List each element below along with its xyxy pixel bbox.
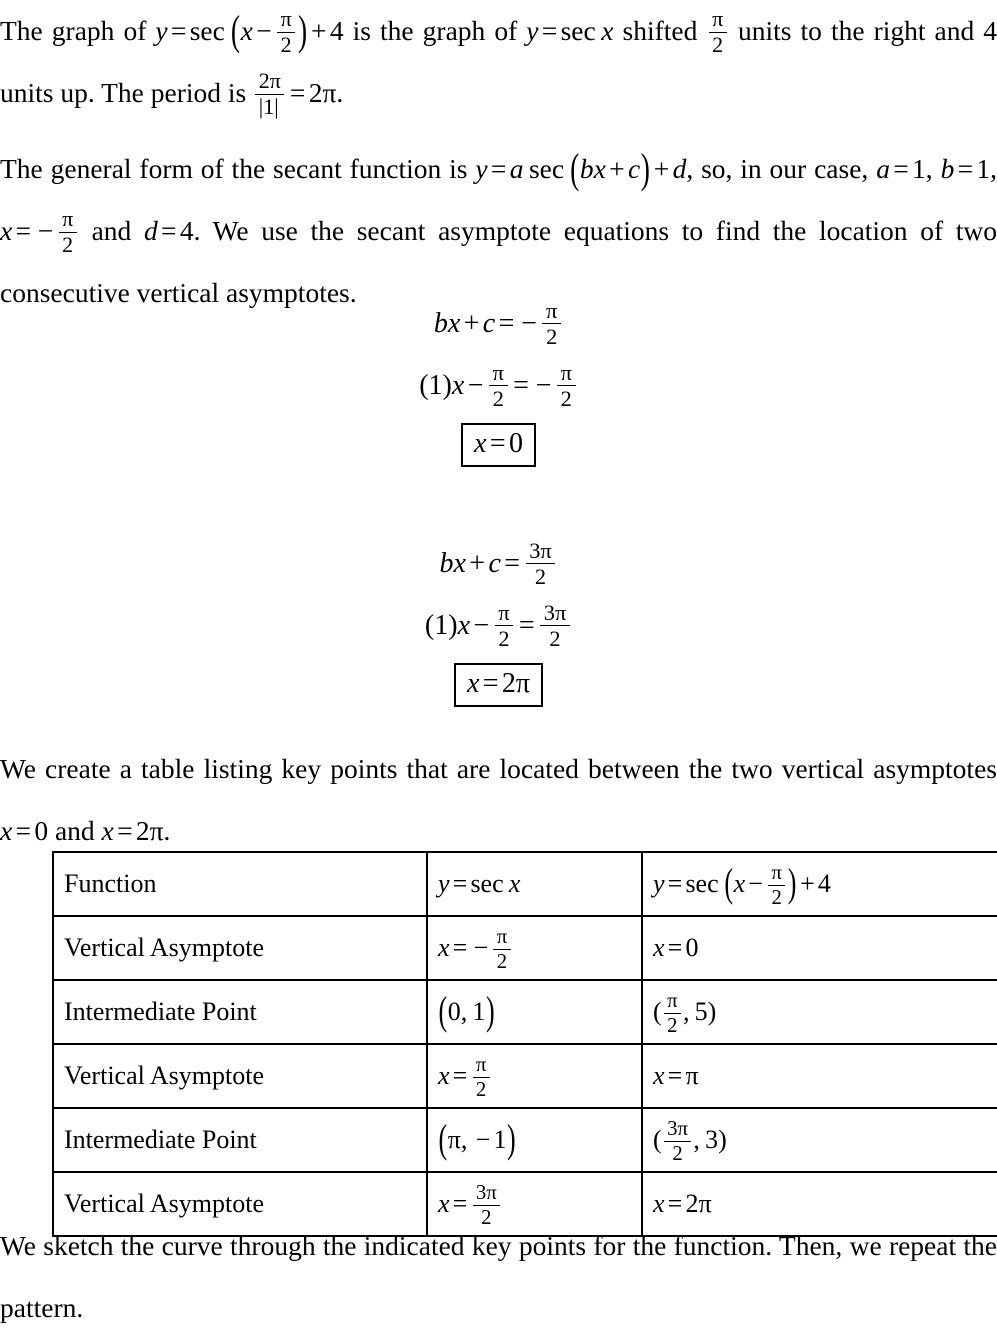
p2-equation-2: a = 1, xyxy=(876,153,933,184)
table-cell-label: Function xyxy=(52,851,428,917)
cell-transformed-function: y = sec (x − π 2) +4 xyxy=(653,860,831,909)
cell-base-va-3: x = 3π 2 xyxy=(438,1182,502,1228)
cell-transformed-ip-1: (π 2, 5) xyxy=(653,988,717,1037)
closing-paragraph: We sketch the curve through the indicate… xyxy=(0,1215,997,1339)
eq1-boxed-result: x = 0 xyxy=(461,423,536,468)
intro-paragraph: The graph of y = sec (x − π 2) +4 is the graph… xyxy=(0,0,997,124)
p3-equation-1: x = 0 xyxy=(0,815,49,846)
p2-equation-1: y = a sec (bx + c) + d, xyxy=(475,143,694,192)
row-label-intermediate-point-2: Intermediate Point xyxy=(64,1125,257,1154)
row-label-vertical-asymptote-2: Vertical Asymptote xyxy=(64,1061,265,1090)
table-cell-transformed: (π 2, 5) xyxy=(641,979,997,1045)
table-row: Vertical Asymptote x = π 2 x = π xyxy=(52,1043,997,1109)
p3-text-1: We create a table listing key points tha… xyxy=(0,753,997,784)
table-cell-transformed: y = sec (x − π 2) +4 xyxy=(641,851,997,917)
p4-text-1: We sketch the curve through the indicate… xyxy=(0,1230,773,1261)
eq2-line2: (1)x − π 2 = 3π 2 xyxy=(0,600,997,650)
general-form-paragraph: The general form of the secant function … xyxy=(0,138,997,324)
row-label-vertical-asymptote-1: Vertical Asymptote xyxy=(64,933,265,962)
p1-equation-3: π2 xyxy=(706,7,729,56)
p1-equation-2: y = sec x xyxy=(526,15,614,46)
table-row: Vertical Asymptote x = − π 2 x = 0 xyxy=(52,915,997,981)
p1-text-4a: units xyxy=(737,15,792,46)
cell-base-function: y = sec x xyxy=(438,869,521,898)
cell-base-ip-1: (0, 1) xyxy=(438,988,495,1034)
table-cell-base: x = − π 2 xyxy=(426,915,643,981)
eq2-line1: bx + c = 3π 2 xyxy=(0,538,997,589)
cell-transformed-va-2: x = π xyxy=(653,1061,699,1090)
table-cell-label: Vertical Asymptote xyxy=(52,1043,428,1109)
p1-text-2: is the graph of xyxy=(352,15,518,46)
eq1-result-line: x = 0 xyxy=(0,419,997,468)
table-row: Intermediate Point (0, 1) (π 2, 5) xyxy=(52,979,997,1045)
cell-base-va-2: x = π 2 xyxy=(438,1054,492,1100)
document-page: The graph of y = sec (x − π 2) +4 is the graph… xyxy=(0,0,997,1323)
table-cell-base: x = π 2 xyxy=(426,1043,643,1109)
cell-base-va-1: x = − π 2 xyxy=(438,926,513,972)
p3-equation-2: x = 2π. xyxy=(101,815,171,846)
row-label-intermediate-point-1: Intermediate Point xyxy=(64,997,257,1026)
first-asymptote-derivation: bx + c = − π 2 (1)x − π 2 = − π 2 x = 0 xyxy=(0,298,997,468)
table-cell-label: Intermediate Point xyxy=(52,1107,428,1173)
cell-transformed-va-3: x = 2π xyxy=(653,1189,712,1218)
p2-text-1: The general form of the secant function … xyxy=(0,153,468,184)
table-cell-base: (0, 1) xyxy=(426,979,643,1045)
table-cell-transformed: x = π xyxy=(641,1043,997,1109)
p3-text-2: and xyxy=(54,815,95,846)
cell-transformed-va-1: x = 0 xyxy=(653,933,699,962)
p1-equation-1: y = sec (x − π 2) +4 xyxy=(155,5,344,58)
row-label-vertical-asymptote-3: Vertical Asymptote xyxy=(64,1189,265,1218)
p2-equation-3: b = 1, xyxy=(940,153,997,184)
p2-text-2: so, in our case, xyxy=(701,153,869,184)
table-cell-label: Intermediate Point xyxy=(52,979,428,1045)
table-cell-label: Vertical Asymptote xyxy=(52,915,428,981)
p2-equation-4: x = − π 2 xyxy=(0,207,79,256)
cell-transformed-ip-2: (3π 2, 3) xyxy=(653,1116,727,1165)
eq1-line1: bx + c = − π 2 xyxy=(0,298,997,349)
table-cell-base: (π, −1) xyxy=(426,1107,643,1173)
table-cell-transformed: x = 0 xyxy=(641,915,997,981)
eq1-line2: (1)x − π 2 = − π 2 xyxy=(0,360,997,410)
p2-equation-5: d = 4. xyxy=(143,215,201,246)
table-intro-paragraph: We create a table listing key points tha… xyxy=(0,738,997,862)
table-row: Function y = sec x y = sec (x − π 2) +4 xyxy=(52,851,997,917)
p4-text-2: Then, xyxy=(778,1230,843,1261)
table-cell-transformed: (3π 2, 3) xyxy=(641,1107,997,1173)
table-row: Intermediate Point (π, −1) (3π 2, 3) xyxy=(52,1107,997,1173)
p2-text-3: and xyxy=(91,215,132,246)
key-points-table: Function y = sec x y = sec (x − π 2) +4 Vertical… xyxy=(52,851,997,1237)
p1-text-3: shifted xyxy=(622,15,698,46)
eq2-result-line: x = 2π xyxy=(0,659,997,708)
p1-equation-4: 2π |1| = 2π. xyxy=(253,69,343,118)
eq2-boxed-result: x = 2π xyxy=(453,663,544,708)
row-label-function: Function xyxy=(64,869,157,898)
cell-base-ip-2: (π, −1) xyxy=(438,1116,516,1162)
second-asymptote-derivation: bx + c = 3π 2 (1)x − π 2 = 3π 2 x = 2π xyxy=(0,538,997,708)
p1-text-1: The graph of xyxy=(0,15,147,46)
table-cell-base: y = sec x xyxy=(426,851,643,917)
